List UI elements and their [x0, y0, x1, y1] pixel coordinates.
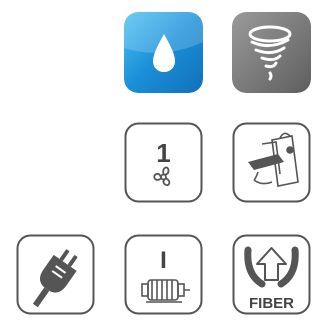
fan-speed-icon: 1 — [124, 122, 203, 203]
fan-speed-number: 1 — [156, 138, 170, 168]
fan-speed-tile[interactable]: 1 — [124, 122, 203, 203]
power-plug-tile[interactable] — [16, 234, 95, 315]
bag-filter-icon — [232, 122, 311, 203]
motor-tile[interactable]: I — [124, 234, 203, 315]
vortex-tile[interactable] — [232, 12, 311, 93]
tornado-icon — [232, 12, 311, 93]
bag-filter-tile[interactable] — [232, 122, 311, 203]
fiber-icon: FIBER — [232, 234, 311, 315]
water-tile[interactable] — [124, 12, 203, 93]
motor-icon: I — [124, 234, 203, 315]
fiber-tile[interactable]: FIBER — [232, 234, 311, 315]
fiber-label: FIBER — [249, 295, 294, 312]
water-drop-icon — [124, 12, 203, 93]
power-plug-icon — [16, 234, 95, 315]
motor-symbol: I — [160, 247, 167, 274]
